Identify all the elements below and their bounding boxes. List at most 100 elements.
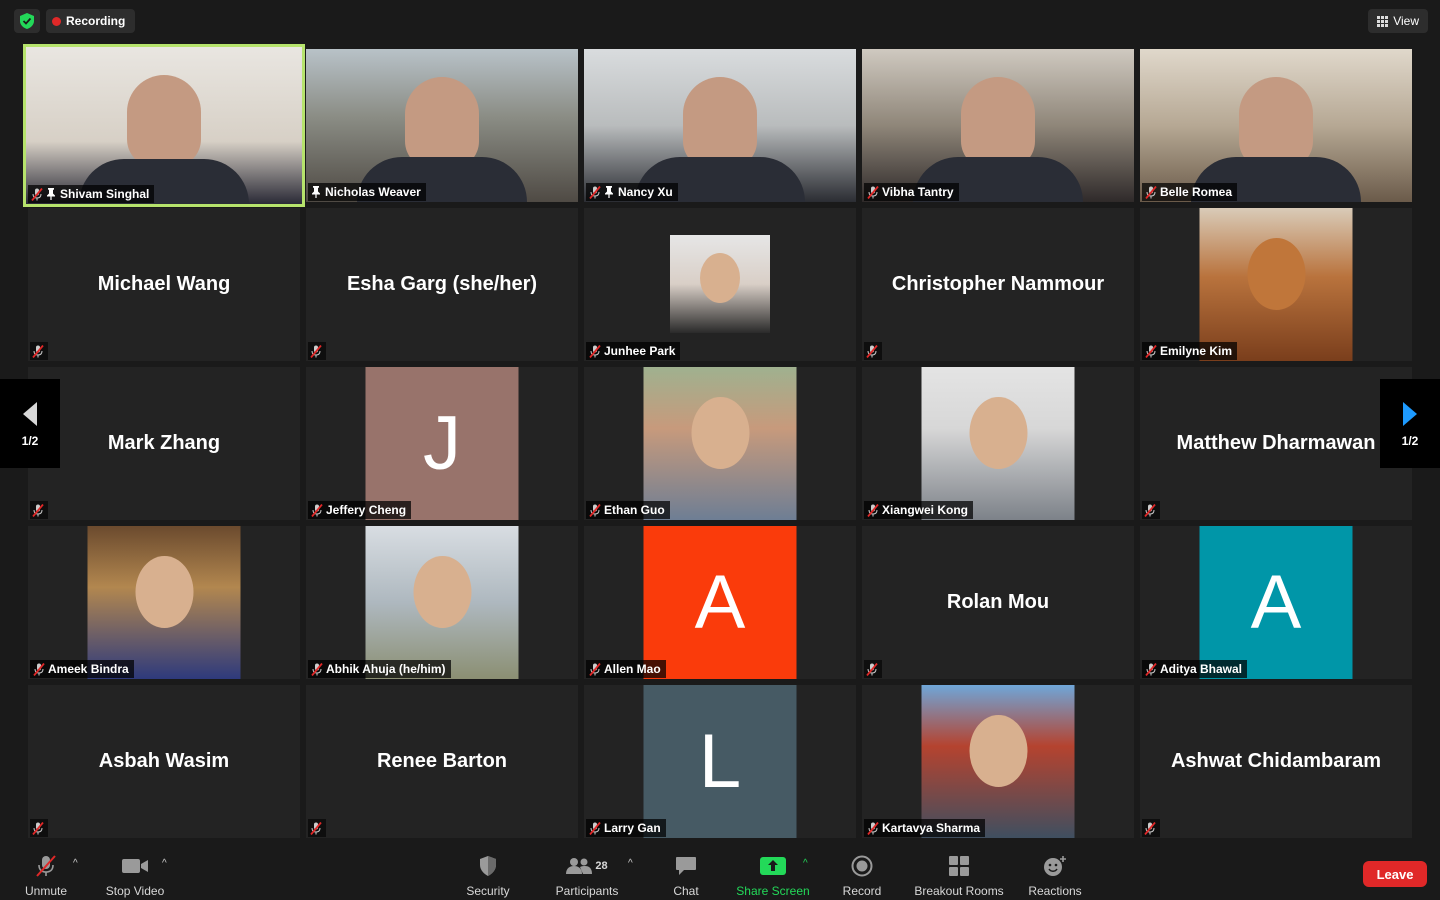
profile-face [1247, 238, 1305, 310]
participant-tile-aditya-bhawal[interactable]: A Aditya Bhawal [1140, 526, 1412, 679]
chat-bubble-icon [676, 857, 696, 875]
participant-video [862, 49, 1134, 202]
muted-mic-icon [311, 503, 326, 517]
participant-count: 28 [595, 860, 608, 872]
participant-tile-michael-wang[interactable]: Michael Wang [28, 208, 300, 361]
profile-photo [1199, 208, 1353, 361]
profile-face [969, 715, 1027, 787]
participants-icon [566, 858, 593, 874]
muted-mic-icon [1145, 185, 1160, 199]
participant-name: Belle Romea [1160, 185, 1233, 199]
participant-tile-asbah-wasim[interactable]: Asbah Wasim [28, 685, 300, 838]
participant-tile-kartavya-sharma[interactable]: Kartavya Sharma [862, 685, 1134, 838]
video-options-caret-icon[interactable]: ^ [162, 858, 167, 869]
participant-tile-ethan-guo[interactable]: Ethan Guo [584, 367, 856, 520]
recording-indicator[interactable]: Recording [46, 9, 136, 33]
stop-video-button[interactable]: Stop Video [100, 846, 170, 900]
profile-photo [87, 526, 241, 679]
participant-tile-matthew-dharmawan[interactable]: Matthew Dharmawan [1140, 367, 1412, 520]
participant-name-label: Abhik Ahuja (he/him) [308, 660, 451, 678]
share-screen-button[interactable]: Share Screen [730, 846, 816, 900]
participant-name: Junhee Park [604, 344, 676, 358]
security-button[interactable]: Security [458, 846, 518, 900]
participant-display-name: Renee Barton [376, 750, 508, 772]
participant-tile-esha-garg-she-her[interactable]: Esha Garg (she/her) [306, 208, 578, 361]
participant-tile-mark-zhang[interactable]: Mark Zhang [28, 367, 300, 520]
participant-name: Aditya Bhawal [1160, 662, 1243, 676]
participant-tile-ashwat-chidambaram[interactable]: Ashwat Chidambaram [1140, 685, 1412, 838]
participant-name: Kartavya Sharma [882, 821, 981, 835]
participant-tile-rolan-mou[interactable]: Rolan Mou [862, 526, 1134, 679]
muted-mic-icon [30, 342, 48, 360]
reactions-button[interactable]: Reactions [1024, 846, 1086, 900]
breakout-rooms-label: Breakout Rooms [914, 884, 1004, 898]
muted-mic-icon [867, 821, 882, 835]
participant-tile-nancy-xu[interactable]: Nancy Xu [584, 49, 856, 202]
record-label: Record [842, 884, 882, 898]
participant-tile-shivam-singhal[interactable]: Shivam Singhal [23, 44, 305, 207]
muted-mic-icon [1142, 819, 1160, 837]
participant-name-label: Allen Mao [586, 660, 666, 678]
profile-face [691, 397, 749, 469]
initial-avatar: A [643, 526, 797, 679]
participant-tile-ameek-bindra[interactable]: Ameek Bindra [28, 526, 300, 679]
participant-tile-renee-barton[interactable]: Renee Barton [306, 685, 578, 838]
muted-mic-icon [308, 342, 326, 360]
participant-tile-allen-mao[interactable]: A Allen Mao [584, 526, 856, 679]
pin-icon [46, 188, 60, 200]
participant-silhouette [127, 75, 201, 167]
participant-tile-jeffery-cheng[interactable]: J Jeffery Cheng [306, 367, 578, 520]
profile-face [135, 556, 193, 628]
security-label: Security [466, 884, 510, 898]
participant-display-name: Michael Wang [97, 273, 231, 295]
participant-video [306, 49, 578, 202]
previous-page-button[interactable]: 1/2 [0, 379, 60, 468]
chat-label: Chat [673, 884, 699, 898]
muted-mic-icon [589, 344, 604, 358]
muted-mic-icon [1145, 662, 1160, 676]
participant-tile-vibha-tantry[interactable]: Vibha Tantry [862, 49, 1134, 202]
participant-name-label: Jeffery Cheng [308, 501, 412, 519]
participant-tile-junhee-park[interactable]: Junhee Park [584, 208, 856, 361]
muted-mic-icon [1145, 344, 1160, 358]
muted-mic-icon [33, 662, 48, 676]
participant-tile-xiangwei-kong[interactable]: Xiangwei Kong [862, 367, 1134, 520]
muted-mic-icon [589, 503, 604, 517]
participants-caret-icon[interactable]: ^ [628, 858, 633, 869]
participant-name: Shivam Singhal [60, 187, 150, 201]
view-label: View [1393, 14, 1419, 28]
participant-tile-christopher-nammour[interactable]: Christopher Nammour [862, 208, 1134, 361]
reactions-label: Reactions [1028, 884, 1082, 898]
participant-display-name: Rolan Mou [946, 591, 1050, 613]
leave-button[interactable]: Leave [1363, 861, 1427, 887]
encryption-shield-icon[interactable] [14, 9, 40, 33]
profile-photo [643, 367, 797, 520]
muted-mic-icon [589, 185, 604, 199]
participants-button[interactable]: 28 Participants [548, 846, 626, 900]
breakout-rooms-button[interactable]: Breakout Rooms [908, 846, 1010, 900]
page-indicator-left: 1/2 [21, 433, 39, 448]
participant-tile-abhik-ahuja-he-him[interactable]: Abhik Ahuja (he/him) [306, 526, 578, 679]
chat-button[interactable]: Chat [664, 846, 708, 900]
audio-options-caret-icon[interactable]: ^ [73, 858, 78, 869]
participant-tile-belle-romea[interactable]: Belle Romea [1140, 49, 1412, 202]
muted-mic-icon [864, 342, 882, 360]
unmute-button[interactable]: Unmute [18, 846, 74, 900]
participant-tile-emilyne-kim[interactable]: Emilyne Kim [1140, 208, 1412, 361]
participant-silhouette [961, 77, 1035, 169]
reactions-smiley-icon [1044, 856, 1066, 876]
muted-mic-icon [864, 660, 882, 678]
record-button[interactable]: Record [834, 846, 890, 900]
share-options-caret-icon[interactable]: ^ [803, 858, 808, 869]
participant-name-label: Aditya Bhawal [1142, 660, 1248, 678]
participant-name-label: Ethan Guo [586, 501, 670, 519]
participant-tile-nicholas-weaver[interactable]: Nicholas Weaver [306, 49, 578, 202]
next-page-button[interactable]: 1/2 [1380, 379, 1440, 468]
view-button[interactable]: View [1368, 9, 1428, 33]
participant-tile-larry-gan[interactable]: L Larry Gan [584, 685, 856, 838]
pin-icon [311, 186, 325, 198]
participant-name-label: Vibha Tantry [864, 183, 959, 201]
participant-name: Emilyne Kim [1160, 344, 1233, 358]
profile-photo [921, 367, 1075, 520]
grid-icon [1377, 15, 1389, 27]
